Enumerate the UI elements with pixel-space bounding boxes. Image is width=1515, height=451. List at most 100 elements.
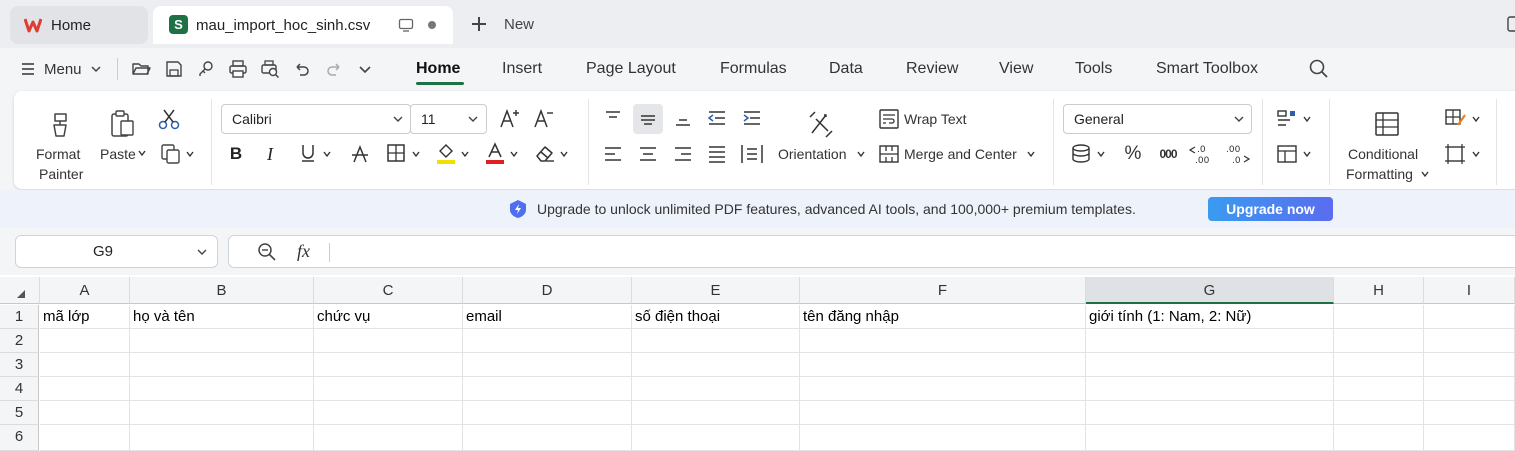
print-icon[interactable]	[228, 59, 248, 79]
format-painter-label-1[interactable]: Format	[36, 144, 80, 164]
table-cell[interactable]: chức vụ	[314, 305, 463, 329]
align-top-icon[interactable]	[602, 107, 624, 129]
column-header-i[interactable]: I	[1424, 277, 1515, 304]
cell-style-dropdown-icon[interactable]	[1471, 114, 1481, 124]
spreadsheet-grid[interactable]: A B C D E F G H I 1 2 3 4 5 6 mã lớp họ v…	[0, 277, 1515, 451]
menu-chevron-down-icon[interactable]	[90, 63, 102, 75]
table-cell[interactable]	[314, 377, 463, 401]
table-cell[interactable]	[314, 401, 463, 425]
table-cell[interactable]	[130, 377, 314, 401]
eraser-dropdown-icon[interactable]	[559, 149, 569, 159]
new-tab-plus-icon[interactable]	[470, 15, 488, 33]
format-painter-label-2[interactable]: Painter	[39, 164, 83, 184]
menu-tab-page-layout[interactable]: Page Layout	[586, 60, 676, 78]
orientation-dropdown-icon[interactable]	[856, 149, 866, 159]
table-cell[interactable]	[1334, 377, 1424, 401]
table-cell[interactable]	[130, 353, 314, 377]
font-size-chevron-icon[interactable]	[467, 113, 479, 125]
conditional-formatting-label-2[interactable]: Formatting	[1346, 164, 1413, 184]
table-cell[interactable]	[1424, 353, 1515, 377]
column-header-b[interactable]: B	[130, 277, 314, 304]
name-box-chevron-icon[interactable]	[196, 246, 208, 258]
conditional-formatting-label-1[interactable]: Conditional	[1348, 144, 1418, 164]
table-cell[interactable]	[800, 425, 1086, 451]
share-icon[interactable]	[196, 59, 216, 79]
table-cell[interactable]	[40, 353, 130, 377]
new-tab-label[interactable]: New	[504, 16, 534, 33]
table-cell[interactable]	[800, 377, 1086, 401]
merge-center-icon[interactable]	[878, 143, 900, 165]
justify-icon[interactable]	[706, 143, 728, 165]
unsaved-dot-icon[interactable]	[428, 21, 436, 29]
fx-insert-function-icon[interactable]: fx	[297, 241, 310, 262]
format-painter-icon[interactable]	[46, 111, 74, 139]
quick-access-chevron-down-icon[interactable]	[358, 62, 372, 76]
table-cell[interactable]	[314, 329, 463, 353]
bold-icon[interactable]: B	[226, 143, 246, 165]
row-header-4[interactable]: 4	[0, 377, 39, 401]
increase-font-size-icon[interactable]	[498, 107, 522, 131]
align-center-icon[interactable]	[637, 143, 659, 165]
decrease-decimal-icon[interactable]: .00.0	[1224, 142, 1250, 166]
currency-dropdown-icon[interactable]	[1096, 149, 1106, 159]
cell-format-dropdown-icon[interactable]	[1471, 149, 1481, 159]
column-header-g[interactable]: G	[1086, 277, 1334, 304]
undo-icon[interactable]	[292, 59, 312, 79]
increase-decimal-icon[interactable]: .0.00	[1189, 142, 1215, 166]
cell-style-icon[interactable]	[1444, 107, 1468, 131]
underline-dropdown-icon[interactable]	[322, 149, 332, 159]
tab-home[interactable]: Home	[10, 6, 148, 44]
row-header-1[interactable]: 1	[0, 305, 39, 329]
conditional-formatting-icon[interactable]	[1373, 110, 1401, 138]
borders-dropdown-icon[interactable]	[411, 149, 421, 159]
menu-tab-insert[interactable]: Insert	[502, 60, 542, 78]
underline-icon[interactable]	[299, 142, 317, 164]
save-icon[interactable]	[164, 59, 184, 79]
copy-dropdown-icon[interactable]	[185, 149, 195, 159]
align-bottom-icon[interactable]	[672, 107, 694, 129]
print-preview-icon[interactable]	[260, 59, 280, 79]
select-all-corner[interactable]	[0, 277, 40, 304]
table-cell[interactable]	[800, 329, 1086, 353]
table-cell[interactable]: email	[463, 305, 632, 329]
table-cell[interactable]	[314, 425, 463, 451]
borders-icon[interactable]	[386, 143, 406, 163]
menu-tab-tools[interactable]: Tools	[1075, 60, 1112, 78]
conditional-formatting-dropdown-icon[interactable]	[1420, 169, 1430, 179]
table-cell[interactable]	[1086, 353, 1334, 377]
table-cell[interactable]	[632, 401, 800, 425]
table-cell[interactable]	[1334, 353, 1424, 377]
font-name-select[interactable]: Calibri	[221, 104, 411, 134]
table-cell[interactable]	[463, 377, 632, 401]
table-cell[interactable]	[1086, 377, 1334, 401]
open-folder-icon[interactable]	[131, 59, 151, 79]
format-as-table-icon[interactable]	[1276, 143, 1298, 165]
increase-indent-icon[interactable]	[741, 107, 763, 129]
table-cell[interactable]	[1424, 425, 1515, 451]
font-name-chevron-icon[interactable]	[392, 113, 404, 125]
menu-tab-smart-toolbox[interactable]: Smart Toolbox	[1156, 60, 1258, 78]
copy-icon[interactable]	[160, 143, 182, 165]
align-middle-icon[interactable]	[633, 104, 663, 134]
orientation-icon[interactable]	[806, 109, 836, 139]
hamburger-icon[interactable]	[20, 62, 36, 76]
currency-format-icon[interactable]	[1070, 142, 1094, 166]
font-color-dropdown-icon[interactable]	[509, 149, 519, 159]
format-as-table-dropdown-icon[interactable]	[1302, 149, 1312, 159]
eraser-icon[interactable]	[534, 142, 556, 164]
table-cell[interactable]	[1334, 329, 1424, 353]
table-cell[interactable]	[463, 401, 632, 425]
strikethrough-icon[interactable]	[350, 143, 370, 165]
table-cell[interactable]	[130, 401, 314, 425]
table-cell[interactable]: họ và tên	[130, 305, 314, 329]
table-cell[interactable]	[130, 329, 314, 353]
column-header-h[interactable]: H	[1334, 277, 1424, 304]
table-cell[interactable]	[1334, 401, 1424, 425]
upgrade-now-button[interactable]: Upgrade now	[1208, 197, 1333, 221]
orientation-label[interactable]: Orientation	[778, 144, 846, 164]
paste-dropdown-icon[interactable]	[137, 148, 147, 158]
number-format-select[interactable]: General	[1063, 104, 1252, 134]
search-icon[interactable]	[1308, 58, 1330, 80]
table-cell[interactable]	[40, 401, 130, 425]
menu-tab-data[interactable]: Data	[829, 60, 863, 78]
